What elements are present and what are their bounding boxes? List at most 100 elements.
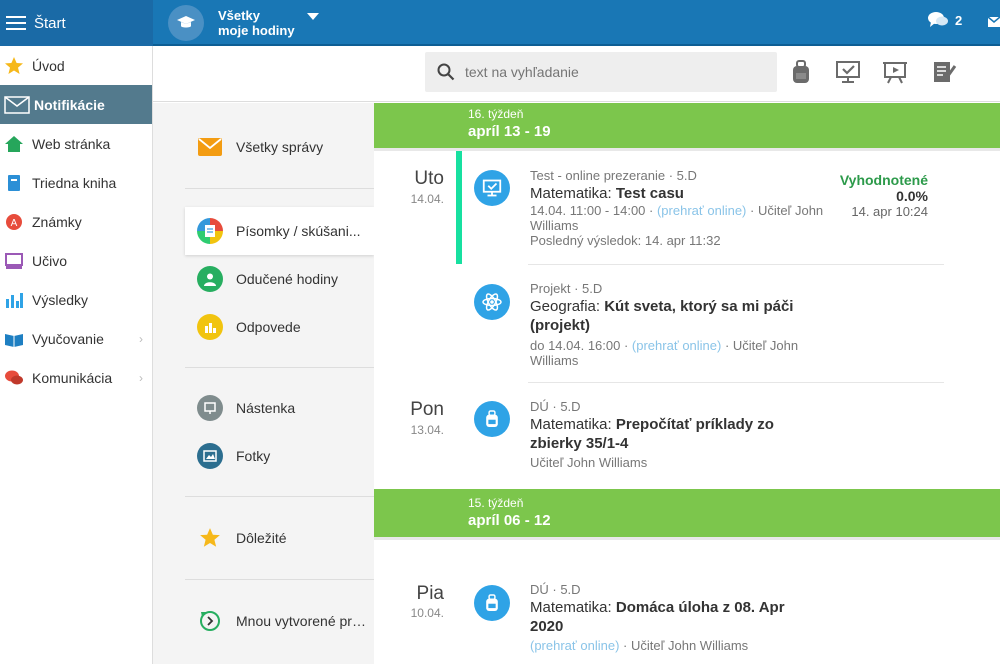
sidebar-item-label: Web stránka	[32, 135, 111, 152]
chevron-down-icon	[306, 12, 319, 20]
event-type: Projekt · 5.D	[530, 281, 603, 296]
filter-answers[interactable]: Odpovede	[185, 303, 374, 351]
week-range: apríl 13 - 19	[468, 123, 551, 140]
sidebar-item-label: Výsledky	[32, 291, 89, 308]
class-line2: moje hodiny	[218, 23, 295, 38]
hamburger-icon	[6, 16, 26, 30]
start-label: Štart	[34, 14, 66, 32]
event-meta: (prehrať online) · Učiteľ John Williams	[530, 638, 749, 653]
graduation-cap-icon	[168, 5, 204, 41]
divider	[185, 367, 374, 368]
screen-icon	[4, 251, 24, 271]
bar-chart-icon	[4, 290, 24, 310]
event-status: Vyhodnotené 0.0% 14. apr 10:24	[840, 172, 928, 220]
sidebar-item-label: Notifikácie	[34, 96, 105, 113]
photo-icon	[197, 443, 223, 469]
backpack-icon[interactable]	[787, 58, 815, 86]
sidebar-item-uvod[interactable]: Úvod	[0, 46, 152, 85]
sidebar: Úvod Notifikácie Web stránka Triedna kni…	[0, 46, 153, 664]
sidebar-item-vysledky[interactable]: Výsledky	[0, 280, 152, 319]
play-online-link[interactable]: (prehrať online)	[530, 638, 619, 653]
filter-label: Fotky	[236, 448, 271, 464]
divider	[185, 496, 374, 497]
backpack-icon	[474, 585, 510, 621]
divider	[374, 537, 1000, 540]
filter-photos[interactable]: Fotky	[185, 432, 374, 480]
presentation-icon[interactable]	[881, 58, 909, 86]
play-online-link[interactable]: (prehrať online)	[657, 203, 746, 218]
sidebar-item-web[interactable]: Web stránka	[0, 124, 152, 163]
messages-button[interactable]: 2	[927, 11, 962, 29]
event-title: Geografia: Kút sveta, ktorý sa mi páči	[530, 298, 794, 315]
person-icon	[197, 266, 223, 292]
week-header: 16. týždeň apríl 13 - 19	[374, 103, 1000, 148]
sidebar-item-notifikacie[interactable]: Notifikácie	[0, 85, 152, 124]
divider	[185, 579, 374, 580]
filter-label: Dôležité	[236, 530, 287, 546]
sidebar-item-komunikacia[interactable]: Komunikácia ›	[0, 358, 152, 397]
chat-icon	[4, 368, 24, 388]
event-meta: do 14.04. 16:00 · (prehrať online) · Uči…	[530, 338, 799, 353]
sidebar-item-znamky[interactable]: A Známky	[0, 202, 152, 241]
search-box[interactable]	[425, 52, 777, 92]
sidebar-item-label: Učivo	[32, 252, 68, 269]
filter-tests[interactable]: Písomky / skúšani...	[185, 207, 374, 255]
sidebar-item-triedna-kniha[interactable]: Triedna kniha	[0, 163, 152, 202]
book-icon	[4, 173, 24, 193]
test-screen-icon	[474, 170, 510, 206]
event-title-cont: zbierky 35/1-4	[530, 435, 629, 452]
event-item[interactable]: DÚ · 5.D Matematika: Prepočítať príklady…	[530, 399, 944, 470]
filter-panel: Všetky správy Písomky / skúšani... Oduče…	[153, 103, 374, 664]
search-icon	[437, 63, 455, 81]
sidebar-item-label: Známky	[32, 213, 82, 230]
day-name: Pia	[416, 583, 444, 604]
filter-important[interactable]: Dôležité	[185, 514, 374, 562]
day-name: Uto	[414, 168, 444, 189]
filter-all-messages[interactable]: Všetky správy	[185, 123, 374, 171]
event-title: Matematika: Prepočítať príklady zo	[530, 416, 774, 433]
week-header: 15. týždeň apríl 06 - 12	[374, 489, 1000, 537]
filter-label: Odpovede	[236, 319, 301, 335]
chevron-right-icon: ›	[139, 371, 143, 385]
event-type: DÚ · 5.D	[530, 582, 581, 597]
class-line1: Všetky	[218, 8, 260, 23]
filter-lessons[interactable]: Odučené hodiny	[185, 255, 374, 303]
status-time: 14. apr 10:24	[851, 204, 928, 219]
start-menu-button[interactable]: Štart	[0, 0, 153, 46]
mail-icon[interactable]	[987, 15, 1000, 31]
filter-board[interactable]: Nástenka	[185, 384, 374, 432]
filter-label: Mnou vytvorené prí...	[236, 613, 366, 629]
filter-label: Všetky správy	[236, 139, 324, 155]
filter-created-by-me[interactable]: Mnou vytvorené prí...	[185, 597, 374, 645]
filter-label: Písomky / skúšani...	[236, 223, 361, 239]
event-teacher: Williams	[530, 218, 579, 233]
filter-label: Nástenka	[236, 400, 296, 416]
sidebar-item-label: Triedna kniha	[32, 174, 117, 191]
refresh-icon	[197, 608, 223, 634]
class-selector[interactable]: Všetky moje hodiny	[168, 5, 319, 41]
top-bar: Štart Všetky moje hodiny 2	[0, 0, 1000, 46]
event-teacher: Učiteľ John Williams	[530, 455, 648, 470]
play-online-link[interactable]: (prehrať online)	[632, 338, 721, 353]
event-item[interactable]: Projekt · 5.D Geografia: Kút sveta, ktor…	[530, 281, 944, 368]
tests-icon	[197, 218, 223, 244]
search-input[interactable]	[465, 64, 745, 80]
edit-document-icon[interactable]	[930, 58, 958, 86]
atom-icon	[474, 284, 510, 320]
svg-text:A: A	[11, 218, 18, 229]
day-date: 10.04.	[410, 606, 444, 620]
star-icon	[4, 56, 24, 76]
test-screen-icon[interactable]	[834, 58, 862, 86]
week-range: apríl 06 - 12	[468, 512, 551, 529]
event-teacher: Williams	[530, 353, 579, 368]
active-indicator	[456, 151, 462, 264]
status-score: 0.0%	[896, 188, 928, 204]
sidebar-item-vyucovanie[interactable]: Vyučovanie ›	[0, 319, 152, 358]
sidebar-item-ucivo[interactable]: Učivo	[0, 241, 152, 280]
envelope-icon	[197, 134, 223, 160]
event-item[interactable]: DÚ · 5.D Matematika: Domáca úloha z 08. …	[530, 582, 944, 653]
week-number: 15. týždeň	[468, 496, 524, 510]
divider	[185, 188, 374, 189]
divider	[528, 382, 944, 383]
chat-count: 2	[955, 12, 963, 28]
